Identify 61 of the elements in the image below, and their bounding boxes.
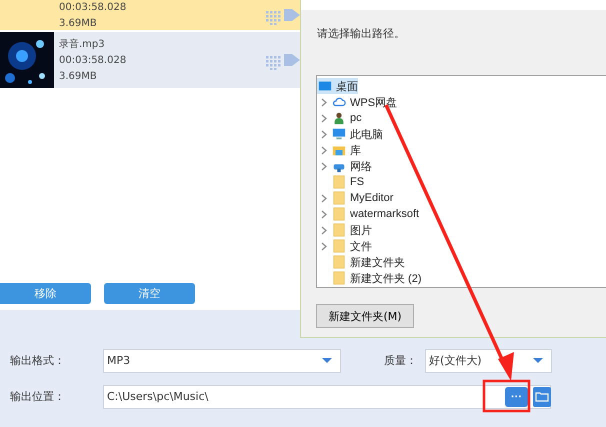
expand-chevron-icon[interactable] — [321, 226, 327, 234]
tree-label: 此电脑 — [350, 128, 383, 142]
expand-chevron-icon[interactable] — [321, 242, 327, 250]
tree-label: 网络 — [350, 160, 372, 174]
format-label: 输出格式： — [9, 353, 66, 368]
tree-label: 新建文件夹 (2) — [350, 272, 422, 286]
tree-item[interactable]: 网络 — [317, 158, 372, 174]
tree-item[interactable]: MyEditor — [317, 190, 394, 206]
tree-label: watermarksoft — [350, 208, 420, 220]
format-dropdown[interactable]: MP3 — [103, 348, 341, 372]
tree-label: 桌面 — [336, 80, 358, 94]
tree-label: 库 — [350, 144, 361, 158]
folder-icon — [332, 239, 346, 253]
path-label: 输出位置： — [9, 389, 66, 404]
file-duration: 00:03:58.028 — [59, 0, 126, 14]
expand-chevron-icon[interactable] — [321, 146, 327, 154]
cloud-icon — [332, 95, 346, 109]
file-size: 3.69MB — [59, 70, 97, 82]
tree-label: FS — [350, 176, 364, 188]
expand-chevron-icon[interactable] — [321, 114, 327, 122]
tree-label: pc — [350, 112, 362, 124]
file-row[interactable]: 录音.mp3 00:03:58.028 3.69MB — [0, 32, 300, 88]
monitor-icon — [332, 127, 346, 141]
folder-icon — [332, 191, 346, 205]
folder-icon — [332, 207, 346, 221]
tree-item[interactable]: 图片 — [317, 222, 372, 238]
tree-item[interactable]: 文件 — [317, 238, 372, 254]
folder-icon — [332, 255, 346, 269]
quality-label: 质量： — [384, 353, 418, 368]
desktop-icon — [318, 79, 332, 93]
new-folder-button[interactable]: 新建文件夹(M) — [316, 304, 414, 328]
tree-item[interactable]: FS — [317, 174, 364, 190]
folder-icon — [332, 175, 346, 189]
tree-item[interactable]: watermarksoft — [317, 206, 420, 222]
file-name: 录音.mp3 — [59, 38, 105, 50]
tree-label: 图片 — [350, 224, 372, 238]
expand-chevron-icon[interactable] — [321, 98, 327, 106]
tree-item[interactable]: pc — [317, 110, 362, 126]
tree-item[interactable]: 新建文件夹 (2) — [317, 270, 422, 286]
folder-icon — [332, 223, 346, 237]
file-duration: 00:03:58.028 — [59, 54, 126, 66]
tree-item[interactable]: 库 — [317, 142, 361, 158]
tree-label: 新建文件夹 — [350, 256, 405, 270]
expand-chevron-icon[interactable] — [321, 210, 327, 218]
quality-dropdown[interactable]: 好(文件大) — [425, 348, 552, 372]
file-row[interactable]: 00:03:58.028 3.69MB — [0, 0, 300, 30]
expand-chevron-icon[interactable] — [321, 130, 327, 138]
dialog-message: 请选择输出路径。 — [317, 26, 405, 42]
user-icon — [332, 111, 346, 125]
folder-icon — [332, 271, 346, 285]
tree-item[interactable]: 桌面 — [317, 78, 358, 94]
tree-label: MyEditor — [350, 192, 394, 204]
tree-item[interactable]: 此电脑 — [317, 126, 383, 142]
expand-chevron-icon[interactable] — [321, 162, 327, 170]
file-size: 3.69MB — [59, 16, 97, 30]
tree-item[interactable]: 新建文件夹 — [317, 254, 405, 270]
tree-label: 文件 — [350, 240, 372, 254]
browse-button[interactable]: ··· — [505, 386, 528, 406]
open-folder-button[interactable] — [533, 386, 551, 406]
expand-chevron-icon[interactable] — [321, 194, 327, 202]
highlight-frame — [482, 380, 530, 412]
